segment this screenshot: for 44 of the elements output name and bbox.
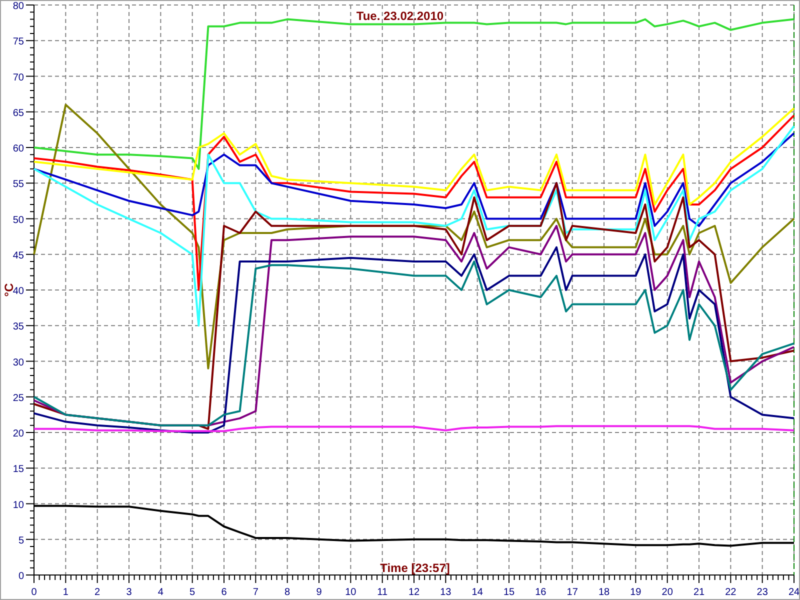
tick-label: 20 bbox=[662, 587, 673, 598]
tick-label: 0 bbox=[31, 587, 37, 598]
tick-label: 2 bbox=[94, 587, 100, 598]
tick-label: 5 bbox=[190, 587, 196, 598]
tick-label: 60 bbox=[12, 144, 24, 154]
tick-label: 80 bbox=[12, 1, 24, 12]
tick-label: 20 bbox=[12, 428, 24, 440]
tick-label: 23 bbox=[756, 587, 768, 598]
tick-label: 1 bbox=[62, 587, 68, 598]
tick-label: 21 bbox=[693, 587, 705, 598]
tick-label: 15 bbox=[503, 587, 515, 598]
tick-label: 0 bbox=[18, 571, 24, 582]
tick-label: 11 bbox=[377, 587, 388, 598]
tick-label: 10 bbox=[345, 587, 356, 598]
tick-label: 8 bbox=[284, 587, 290, 598]
tick-label: 9 bbox=[316, 587, 322, 598]
tick-label: 19 bbox=[630, 587, 642, 598]
tick-label: 6 bbox=[221, 587, 227, 598]
axis-label: Time [23:57] bbox=[380, 561, 450, 575]
tick-label: 7 bbox=[252, 587, 258, 598]
tick-label: 45 bbox=[12, 250, 24, 262]
tick-label: 35 bbox=[12, 322, 24, 333]
tick-label: 3 bbox=[126, 587, 132, 598]
tick-label: 25 bbox=[12, 392, 24, 404]
tick-label: 18 bbox=[598, 587, 610, 598]
tick-label: 4 bbox=[158, 587, 164, 598]
tick-label: 65 bbox=[12, 108, 24, 119]
chart-title: Tue. 23.02.2010 bbox=[356, 9, 444, 23]
tick-label: 55 bbox=[12, 179, 24, 190]
tick-label: 30 bbox=[12, 357, 24, 368]
tick-label: 17 bbox=[566, 587, 578, 598]
tick-label: 75 bbox=[12, 36, 24, 48]
tick-label: 16 bbox=[535, 587, 546, 598]
tick-label: 24 bbox=[788, 587, 799, 598]
tick-label: 13 bbox=[440, 587, 452, 598]
tick-label: 12 bbox=[408, 587, 420, 598]
tick-label: 14 bbox=[472, 587, 483, 598]
tick-label: 22 bbox=[725, 587, 736, 598]
tick-label: 70 bbox=[12, 72, 24, 84]
tick-label: 10 bbox=[12, 500, 24, 511]
tick-label: 5 bbox=[18, 535, 24, 546]
tick-label: 40 bbox=[12, 286, 24, 297]
tick-label: 50 bbox=[12, 214, 24, 226]
tick-label: 15 bbox=[12, 464, 24, 476]
